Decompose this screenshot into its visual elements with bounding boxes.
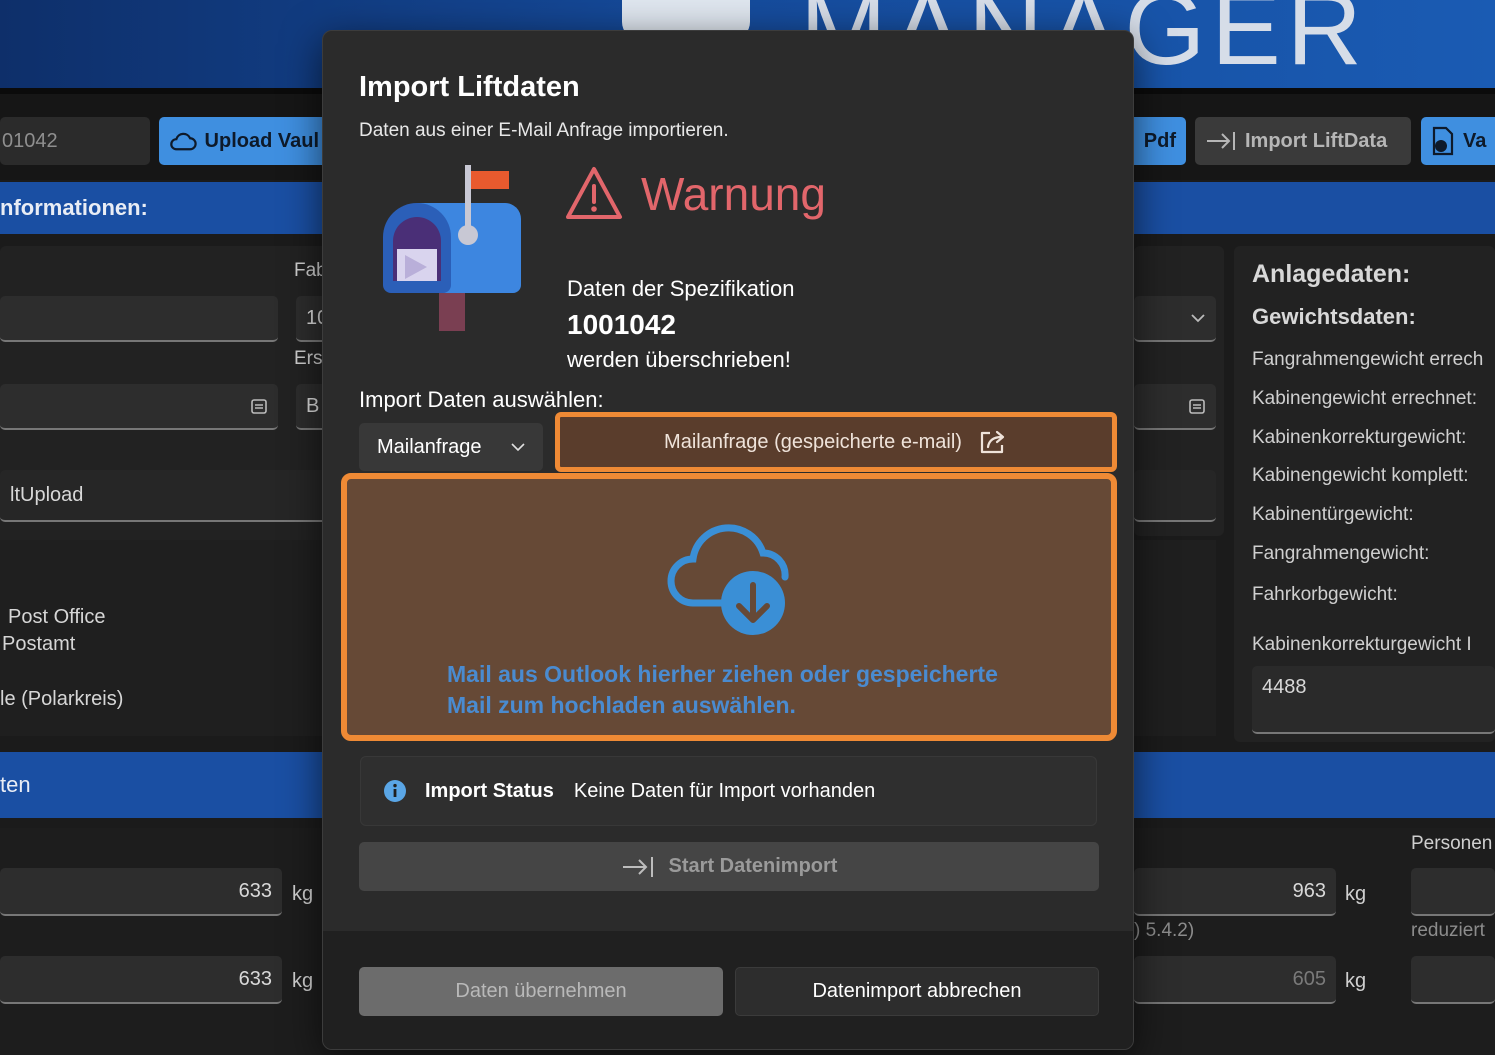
info-icon [384, 780, 406, 802]
reduced-input[interactable] [1411, 956, 1495, 1004]
correction-weight-input[interactable]: 4488 [1252, 666, 1495, 734]
cloud-icon [170, 132, 197, 151]
correction-weight-label: Kabinenkorrekturgewicht I [1252, 634, 1472, 655]
upload-row[interactable]: ltUpload [0, 470, 330, 522]
address-line-2: Postamt [2, 633, 76, 655]
warning-icon [566, 167, 622, 219]
weight-value: 633 [238, 967, 272, 990]
upload-vault-label: Upload Vaul [204, 129, 319, 152]
norm-reference-note: ) 5.4.2) [1134, 920, 1195, 941]
weight-unit: kg [292, 883, 314, 905]
weight-unit: kg [1345, 883, 1367, 905]
import-status-bar: Import Status Keine Daten für Import vor… [360, 756, 1097, 826]
address-line-3: le (Polarkreis) [0, 688, 124, 710]
import-arrow-icon [1207, 132, 1235, 150]
persons-label: Personen [1411, 833, 1493, 854]
share-icon [980, 430, 1005, 454]
section-info-title: nformationen: [0, 195, 148, 220]
upload-row-label: ltUpload [10, 483, 84, 506]
spec-number: 1001042 [567, 309, 677, 340]
weight-value: 633 [238, 879, 272, 902]
dialog-title: Import Liftdaten [359, 71, 580, 103]
weight-input-2[interactable]: 633 [0, 956, 282, 1004]
weight-item: Fahrkorbgewicht: [1252, 584, 1398, 605]
warning-title: Warnung [641, 168, 826, 220]
dialog-subtitle: Daten aus einer E-Mail Anfrage importier… [359, 120, 729, 141]
created-label: Ers [294, 348, 323, 369]
chevron-down-icon [511, 442, 525, 451]
weight-unit: kg [292, 970, 314, 992]
mail-drop-zone[interactable]: Mail aus Outlook hierher ziehen oder ges… [341, 473, 1117, 741]
drop-zone-text: Mail aus Outlook hierher ziehen oder ges… [447, 661, 998, 718]
spec-label: Daten der Spezifikation [567, 276, 795, 301]
cancel-import-label: Datenimport abbrechen [812, 980, 1022, 1002]
spec-overwrite-text: werden überschrieben! [567, 347, 791, 372]
weight-input-4[interactable]: 605 [1134, 956, 1336, 1004]
start-import-label: Start Datenimport [668, 855, 838, 877]
weight-item: Kabinenkorrekturgewicht: [1252, 427, 1467, 448]
saved-mail-button[interactable]: Mailanfrage (gespeicherte e-mail) [555, 412, 1117, 472]
calendar-icon[interactable] [1188, 397, 1206, 415]
status-text: Keine Daten für Import vorhanden [573, 779, 876, 802]
address-line-1: Post Office [8, 606, 106, 628]
b-input-value: B [306, 394, 320, 417]
weight-input-3[interactable]: 963 [1134, 868, 1336, 916]
weight-input-1[interactable]: 633 [0, 868, 282, 916]
import-arrow-icon [622, 856, 653, 877]
weight-item: Fangrahmengewicht: [1252, 543, 1430, 564]
import-liftdata-button[interactable]: Import LiftData [1195, 117, 1411, 165]
mid-dropdown[interactable] [1134, 296, 1216, 342]
document-check-icon [1432, 126, 1454, 156]
saved-mail-label: Mailanfrage (gespeicherte e-mail) [664, 430, 962, 453]
spec-number-value: 01042 [2, 129, 58, 152]
weight-item: Kabinengewicht komplett: [1252, 465, 1469, 486]
import-liftdata-label: Import LiftData [1245, 129, 1388, 152]
weight-unit: kg [1345, 970, 1367, 992]
import-source-dropdown[interactable]: Mailanfrage [359, 423, 543, 471]
validate-button[interactable]: Va [1421, 117, 1495, 165]
mid-date-input[interactable] [1134, 384, 1216, 430]
weight-item: Kabinengewicht errechnet: [1252, 388, 1477, 409]
import-dialog: Import Liftdaten Daten aus einer E-Mail … [322, 30, 1134, 1050]
mid-upload-row[interactable] [1134, 470, 1216, 522]
plant-data-heading: Anlagedaten: [1252, 260, 1411, 288]
dialog-footer: Daten übernehmen Datenimport abbrechen [323, 931, 1133, 1049]
calendar-icon[interactable] [250, 397, 268, 415]
import-source-value: Mailanfrage [377, 435, 482, 458]
pdf-label: Pdf [1143, 129, 1176, 152]
left-text-input[interactable] [0, 296, 278, 342]
mailbox-icon [383, 165, 521, 331]
persons-input[interactable] [1411, 868, 1495, 916]
section-data-title: ten [0, 772, 31, 797]
weight-value: 605 [1292, 967, 1326, 990]
accept-data-button[interactable]: Daten übernehmen [359, 967, 723, 1016]
cloud-download-icon [667, 524, 789, 635]
weight-item: Fangrahmengewicht errech [1252, 349, 1484, 370]
weight-value: 963 [1292, 879, 1326, 902]
correction-weight-value: 4488 [1262, 676, 1307, 698]
mid-address-panel [1134, 540, 1216, 736]
start-import-button[interactable]: Start Datenimport [359, 842, 1099, 891]
spec-number-field[interactable]: 01042 [0, 117, 150, 165]
accept-data-label: Daten übernehmen [455, 980, 627, 1002]
reduced-label: reduziert [1411, 920, 1485, 941]
chevron-down-icon [1191, 314, 1205, 323]
upload-vault-button[interactable]: Upload Vaul [159, 117, 329, 165]
import-source-label: Import Daten auswählen: [359, 387, 604, 412]
weight-data-heading: Gewichtsdaten: [1252, 304, 1416, 329]
date-input[interactable] [0, 384, 278, 430]
cancel-import-button[interactable]: Datenimport abbrechen [735, 967, 1099, 1016]
validate-label: Va [1463, 129, 1487, 152]
weight-item: Kabinentürgewicht: [1252, 504, 1414, 525]
status-title: Import Status [425, 779, 554, 802]
